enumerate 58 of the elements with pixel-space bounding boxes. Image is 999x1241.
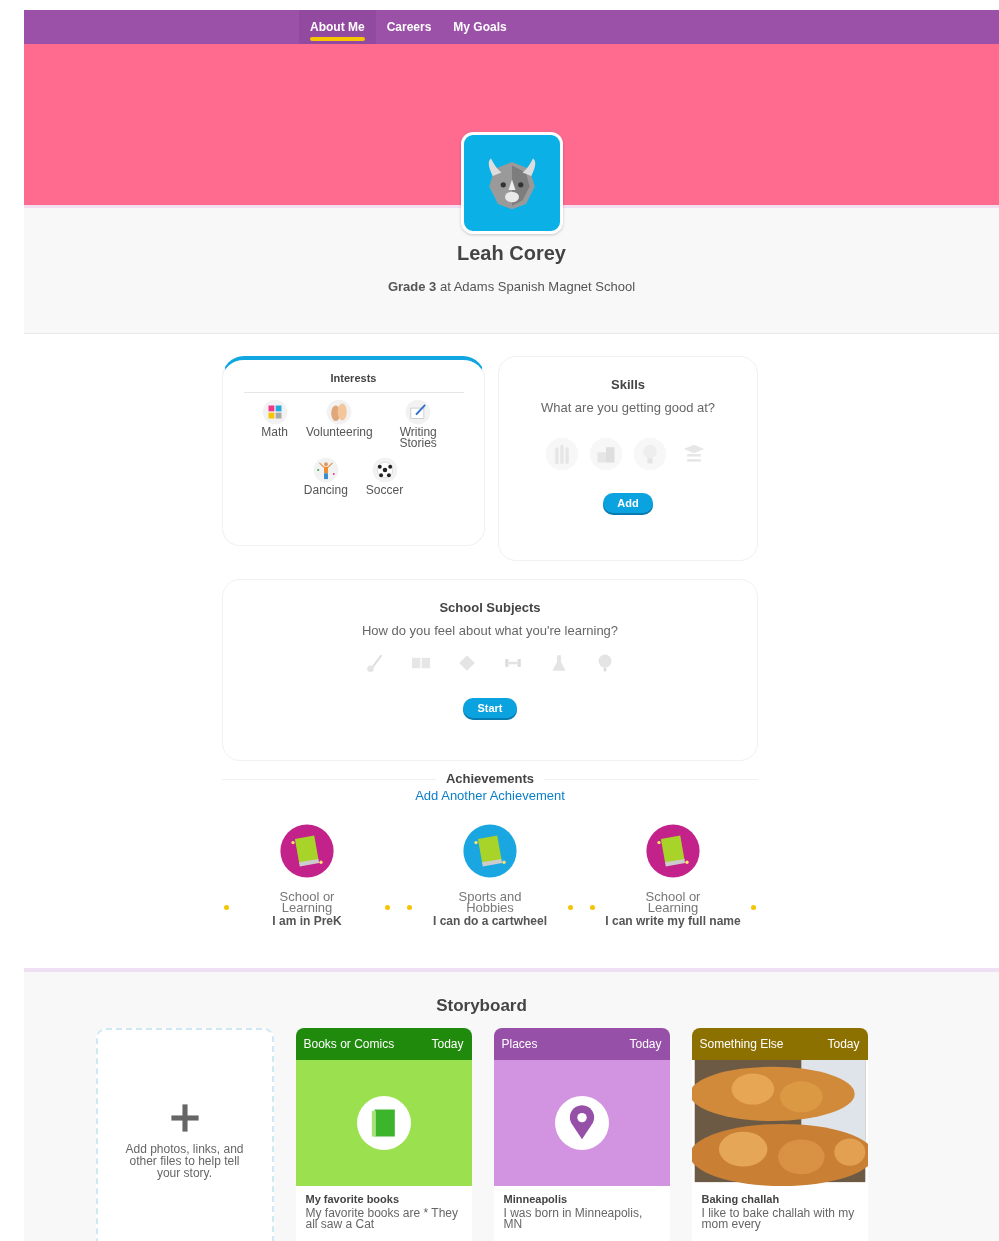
achievement-category: School or Learning — [644, 891, 702, 913]
sparkle-icon — [568, 905, 573, 910]
book-icon — [356, 1096, 411, 1150]
interest-label: Math — [261, 427, 288, 438]
pencil-paper-icon — [405, 399, 432, 425]
achievement-category: Sports and Hobbies — [457, 891, 523, 913]
card-title: School Subjects — [439, 600, 541, 615]
location-pin-icon — [554, 1096, 609, 1150]
section-title: Achievements — [435, 771, 545, 786]
nav-tab[interactable]: About Me — [299, 10, 376, 44]
story-card[interactable]: Books or Comics Today My favorite books My favorite books are * They all saw a Cat — [295, 1028, 472, 1241]
story-date: Today — [629, 1037, 662, 1051]
lightbulb-icon — [633, 437, 667, 471]
story-title: My favorite books — [305, 1193, 401, 1206]
story-title: Baking challah — [701, 1193, 781, 1206]
story-date: Today — [827, 1037, 860, 1051]
sparkle-icon — [590, 905, 595, 910]
card-prompt: How do you feel about what you're learning? — [361, 623, 619, 638]
nav-tab[interactable]: Careers — [375, 10, 443, 44]
story-category: Places — [501, 1037, 538, 1051]
story-date: Today — [431, 1037, 464, 1051]
card-title: Interests — [243, 360, 464, 393]
achievement-category: School or Learning — [278, 891, 336, 913]
story-card[interactable]: Something Else Today Baking challah I like to bake challah with my mom every — [691, 1028, 868, 1241]
sparkle-icon — [385, 905, 390, 910]
achievement-text: I can write my full name — [604, 915, 742, 928]
card-title: Skills — [611, 377, 645, 392]
card-prompt: What are you getting good at? — [540, 400, 716, 415]
calculator-icon — [261, 399, 288, 425]
sparkle-icon — [751, 905, 756, 910]
interest-label: Dancing — [303, 485, 348, 496]
start-button[interactable]: Start — [463, 698, 517, 718]
sparkle-icon — [224, 905, 229, 910]
achievement-text: I can do a cartwheel — [431, 915, 548, 928]
dancer-icon — [312, 457, 339, 483]
soccer-ball-icon — [371, 457, 398, 483]
story-title: Minneapolis — [503, 1193, 569, 1206]
interest-label: Soccer — [365, 485, 404, 496]
profile-subtitle: Grade 3 at Adams Spanish Magnet School — [387, 279, 636, 294]
story-text: I was born in Minneapolis, MN — [503, 1208, 644, 1230]
section-title: Storyboard — [436, 996, 527, 1016]
achievement-text: I am in PreK — [271, 915, 343, 928]
story-category: Books or Comics — [303, 1037, 395, 1051]
story-text: My favorite books are * They all saw a Cat — [305, 1208, 459, 1230]
story-category: Something Else — [699, 1037, 784, 1051]
hands-icon — [326, 399, 353, 425]
add-button[interactable]: Add — [603, 493, 653, 513]
profile-name: Leah Corey — [457, 242, 566, 265]
add-story-text: Add photos, links, and other files to help tell your story. — [124, 1143, 245, 1179]
blocks-icon — [589, 437, 623, 471]
add-story-card[interactable]: Add photos, links, and other files to help tell your story. — [95, 1028, 274, 1241]
story-text: I like to bake challah with my mom every — [701, 1208, 856, 1230]
add-achievement-link[interactable]: Add Another Achievement — [415, 788, 565, 803]
story-card[interactable]: Places Today Minneapolis I was born in Minneapolis, MN — [493, 1028, 670, 1241]
interest-label: Writing Stories — [398, 427, 438, 449]
interest-label: Volunteering — [305, 427, 373, 438]
sparkle-icon — [407, 905, 412, 910]
nav-tab[interactable]: My Goals — [442, 10, 518, 44]
